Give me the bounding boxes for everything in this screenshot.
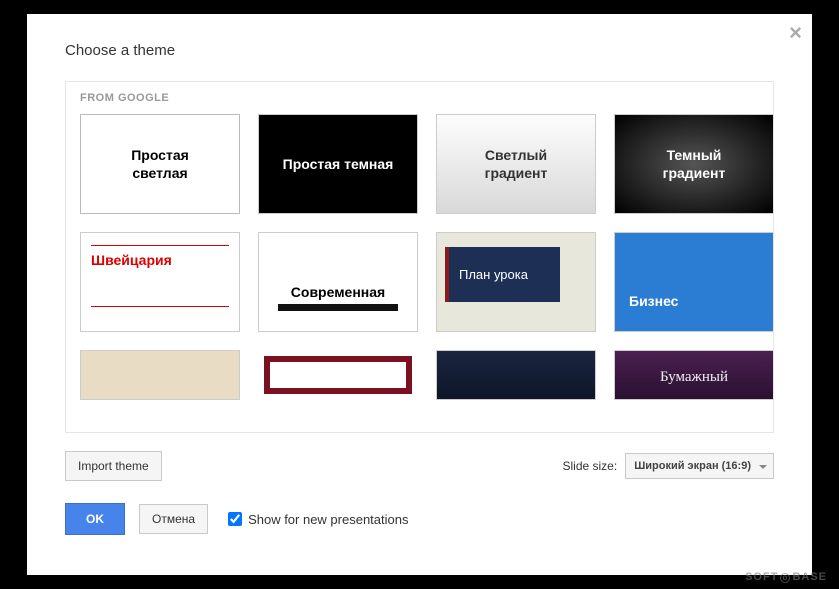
- theme-gallery: FROM GOOGLE Простая светлая Простая темн…: [65, 81, 774, 433]
- theme-lesson-plan[interactable]: План урока: [436, 232, 596, 332]
- section-label-from-google: FROM GOOGLE: [66, 82, 773, 114]
- show-new-label: Show for new presentations: [248, 512, 408, 527]
- theme-modern[interactable]: Современная: [258, 232, 418, 332]
- watermark: SOFToBASE: [745, 571, 827, 583]
- decorative-line: [91, 306, 229, 307]
- slide-size-label: Slide size:: [562, 459, 617, 473]
- cancel-button[interactable]: Отмена: [139, 504, 208, 534]
- theme-simple-light[interactable]: Простая светлая: [80, 114, 240, 214]
- footer-row-options: Import theme Slide size: Широкий экран (…: [27, 433, 812, 481]
- footer-row-actions: OK Отмена Show for new presentations: [27, 481, 812, 535]
- decorative-frame: [264, 356, 412, 394]
- slide-size-select[interactable]: Широкий экран (16:9): [625, 453, 774, 479]
- show-new-checkbox[interactable]: [228, 512, 242, 526]
- theme-simple-dark[interactable]: Простая темная: [258, 114, 418, 214]
- theme-maroon-frame[interactable]: [258, 350, 418, 400]
- theme-dark-gradient[interactable]: Темный градиент: [614, 114, 774, 214]
- close-icon[interactable]: ×: [789, 22, 802, 44]
- decorative-line: [91, 245, 229, 246]
- theme-navy[interactable]: [436, 350, 596, 400]
- theme-label: Простая темная: [283, 156, 394, 172]
- slide-size-group: Slide size: Широкий экран (16:9): [562, 453, 774, 479]
- theme-label: Современная: [291, 284, 385, 300]
- theme-label: Простая светлая: [131, 146, 189, 182]
- theme-swiss[interactable]: Швейцария: [80, 232, 240, 332]
- theme-label: Темный градиент: [663, 146, 726, 182]
- decorative-block: План урока: [445, 247, 560, 302]
- dialog-title: Choose a theme: [27, 14, 812, 59]
- themes-grid: Простая светлая Простая темная Светлый г…: [66, 114, 773, 400]
- theme-label: Светлый градиент: [485, 146, 548, 182]
- theme-paper[interactable]: Бумажный: [614, 350, 774, 400]
- ok-button[interactable]: OK: [65, 503, 125, 535]
- import-theme-button[interactable]: Import theme: [65, 451, 162, 481]
- theme-beige[interactable]: [80, 350, 240, 400]
- theme-light-gradient[interactable]: Светлый градиент: [436, 114, 596, 214]
- theme-business[interactable]: Бизнес: [614, 232, 774, 332]
- theme-chooser-dialog: × Choose a theme FROM GOOGLE Простая све…: [27, 14, 812, 575]
- theme-label: Швейцария: [91, 252, 172, 268]
- theme-label: Бизнес: [629, 293, 678, 309]
- theme-label: Бумажный: [660, 369, 728, 386]
- show-new-checkbox-wrap[interactable]: Show for new presentations: [228, 512, 408, 527]
- slide-size-value: Широкий экран (16:9): [634, 460, 751, 472]
- watermark-icon: o: [780, 573, 790, 583]
- theme-label: План урока: [459, 267, 528, 282]
- decorative-bar: [278, 304, 398, 311]
